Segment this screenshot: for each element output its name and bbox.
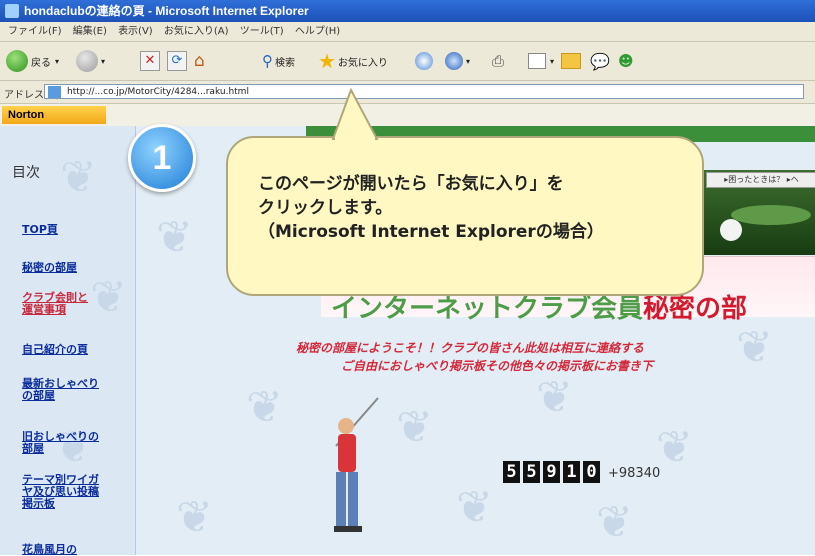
butterfly-icon: ❦ xyxy=(656,422,693,473)
sidebar-link-self-intro[interactable]: 自己紹介の頁 xyxy=(22,344,88,356)
welcome-line-2: ご自由におしゃべり掲示板その他色々の掲示板にお書き下 xyxy=(341,359,654,373)
media-button[interactable] xyxy=(415,49,433,73)
back-button[interactable]: 戻る ▾ xyxy=(6,49,59,73)
folder-icon xyxy=(561,53,581,69)
page-title-part2: 秘密の部 xyxy=(643,294,748,324)
sidebar-link-kachofugetsu[interactable]: 花鳥風月の xyxy=(22,544,77,556)
home-button[interactable]: ⌂ xyxy=(194,49,205,73)
sidebar-link-secret-room[interactable]: 秘密の部屋 xyxy=(22,262,77,274)
menu-bar: ファイル(F) 編集(E) 表示(V) お気に入り(A) ツール(T) ヘルプ(… xyxy=(0,22,815,42)
page-icon xyxy=(48,86,61,98)
butterfly-icon: ❦ xyxy=(456,482,493,533)
menu-tools[interactable]: ツール(T) xyxy=(240,22,284,41)
discuss-button[interactable]: 💬 xyxy=(590,49,610,73)
menu-help[interactable]: ヘルプ(H) xyxy=(295,22,340,41)
ie-icon xyxy=(5,4,19,18)
welcome-line-1: 秘密の部屋にようこそ！！クラブの皆さん此処は相互に連絡する xyxy=(296,341,645,355)
butterfly-icon: ❦ xyxy=(396,402,433,453)
page-title: インターネットクラブ会員秘密の部 xyxy=(331,293,815,325)
counter-digit: 0 xyxy=(583,461,600,483)
favorites-button[interactable]: ★ お気に入り xyxy=(318,49,388,73)
messenger-icon: ☻ xyxy=(618,52,634,70)
back-arrow-icon xyxy=(6,50,28,72)
callout-pointer xyxy=(331,88,379,140)
sidebar-link-theme-board[interactable]: テーマ別ワイガヤ及び思い投稿掲示板 xyxy=(22,474,102,510)
forward-arrow-icon xyxy=(76,50,98,72)
menu-favorites[interactable]: お気に入り(A) xyxy=(164,22,229,41)
favorites-label: お気に入り xyxy=(337,57,388,69)
welcome-text: 秘密の部屋にようこそ！！クラブの皆さん此処は相互に連絡する ご自由におしゃべり掲… xyxy=(296,339,815,375)
printer-icon: ⎙ xyxy=(492,52,505,70)
menu-view[interactable]: 表示(V) xyxy=(118,22,153,41)
golfer-illustration xyxy=(316,396,396,550)
search-label: 検索 xyxy=(275,57,295,69)
norton-button[interactable]: Norton xyxy=(2,106,106,124)
chevron-down-icon: ▾ xyxy=(466,56,471,66)
page-title-part1: インターネットクラブ会員 xyxy=(331,294,644,324)
chevron-down-icon: ▾ xyxy=(550,56,555,66)
refresh-button[interactable]: ⟳ xyxy=(167,49,187,73)
messenger-button[interactable]: ☻ xyxy=(618,49,634,73)
history-icon xyxy=(445,52,463,70)
butterfly-icon: ❦ xyxy=(60,152,97,203)
butterfly-icon: ❦ xyxy=(156,212,193,263)
sidebar-heading: 目次 xyxy=(12,165,40,181)
address-url: http://...co.jp/MotorCity/4284...raku.ht… xyxy=(67,87,249,97)
butterfly-icon: ❦ xyxy=(90,272,127,323)
media-icon xyxy=(415,52,433,70)
search-button[interactable]: ⚲ 検索 xyxy=(262,49,295,73)
callout-text: このページが開いたら「お気に入り」を クリックします。 （Microsoft I… xyxy=(258,172,698,244)
counter-digit: 5 xyxy=(523,461,540,483)
step-number-badge: 1 xyxy=(128,124,196,192)
callout-line-3: （Microsoft Internet Explorerの場合） xyxy=(258,222,604,242)
chevron-down-icon: ▾ xyxy=(55,56,60,66)
callout-line-2: クリックします。 xyxy=(258,198,393,218)
print-button[interactable]: ⎙ xyxy=(492,49,504,73)
address-input[interactable]: http://...co.jp/MotorCity/4284...raku.ht… xyxy=(44,84,804,99)
menu-file[interactable]: ファイル(F) xyxy=(8,22,62,41)
butterfly-icon: ❦ xyxy=(246,382,283,433)
counter-digit: 5 xyxy=(503,461,520,483)
sidebar-link-old-chat[interactable]: 旧おしゃべりの部屋 xyxy=(22,431,102,455)
sidebar-link-club-rules[interactable]: クラブ会則と運営事項 xyxy=(22,292,94,316)
window-title: hondaclubの連絡の頁 - Microsoft Internet Expl… xyxy=(24,4,309,18)
counter-extra: +98340 xyxy=(608,466,661,481)
toolbar: 戻る ▾ ▾ ✕ ⟳ ⌂ ⚲ 検索 ★ お気に入り ▾ ⎙ ▾ 💬 ☻ xyxy=(0,42,815,81)
butterfly-icon: ❦ xyxy=(596,497,633,548)
butterfly-icon: ❦ xyxy=(176,492,213,543)
norton-toolbar: Norton xyxy=(0,104,815,127)
address-bar: アドレス(D) http://...co.jp/MotorCity/4284..… xyxy=(0,81,815,104)
search-icon: ⚲ xyxy=(262,52,273,70)
star-icon: ★ xyxy=(318,49,336,73)
counter-digit: 9 xyxy=(543,461,560,483)
home-icon: ⌂ xyxy=(194,51,205,71)
history-button[interactable]: ▾ xyxy=(445,49,470,73)
forward-button[interactable]: ▾ xyxy=(76,49,105,73)
stop-icon: ✕ xyxy=(140,51,160,71)
back-label: 戻る xyxy=(31,57,51,69)
speech-bubble-icon: 💬 xyxy=(590,51,610,71)
sidebar-link-latest-chat[interactable]: 最新おしゃべりの部屋 xyxy=(22,378,102,402)
refresh-icon: ⟳ xyxy=(167,51,187,71)
edit-button[interactable]: ▾ xyxy=(528,49,554,73)
callout-line-1: このページが開いたら「お気に入り」を xyxy=(258,174,564,194)
butterfly-icon: ❦ xyxy=(536,372,573,423)
help-nav-button[interactable]: ▸困ったときは？ ▸ヘ xyxy=(706,172,815,188)
window-title-bar: hondaclubの連絡の頁 - Microsoft Internet Expl… xyxy=(0,0,815,22)
sidebar-link-top[interactable]: TOP頁 xyxy=(22,224,58,236)
document-icon xyxy=(528,53,546,69)
menu-edit[interactable]: 編集(E) xyxy=(73,22,107,41)
stop-button[interactable]: ✕ xyxy=(140,49,160,73)
sidebar: ❦ ❦ ❦ 目次 TOP頁 秘密の部屋 クラブ会則と運営事項 自己紹介の頁 最新… xyxy=(0,126,136,556)
counter-digit: 1 xyxy=(563,461,580,483)
chevron-down-icon: ▾ xyxy=(101,56,106,66)
access-counter: 5 5 9 1 0 xyxy=(503,461,603,483)
folder-button[interactable] xyxy=(561,49,581,73)
